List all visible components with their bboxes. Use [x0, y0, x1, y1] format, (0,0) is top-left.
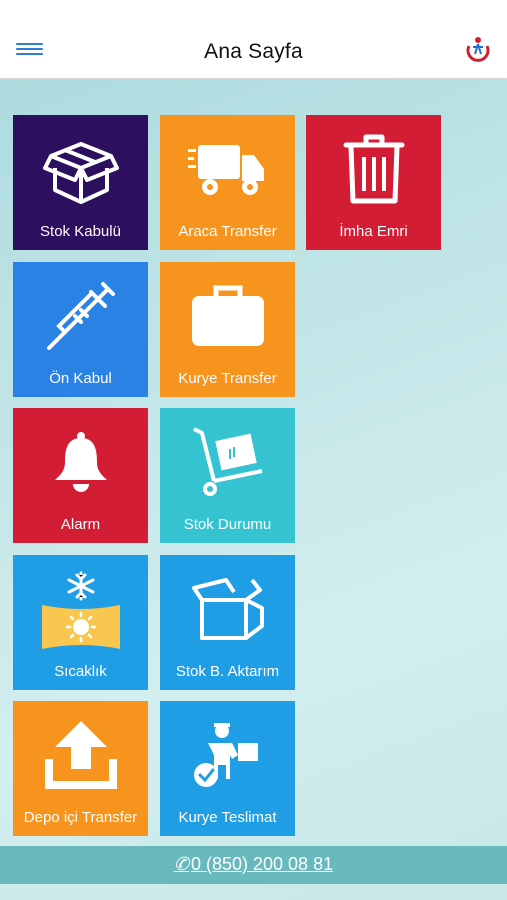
tile-stok-kabulu[interactable]: Stok Kabulü: [13, 115, 148, 250]
tile-on-kabul[interactable]: Ön Kabul: [13, 262, 148, 397]
temperature-icon: [13, 569, 148, 649]
tile-label: Stok Durumu: [183, 516, 272, 533]
ministry-logo-icon: [466, 37, 490, 62]
bell-icon: [13, 426, 148, 498]
courier-icon: [160, 719, 295, 791]
tile-araca-transfer[interactable]: Araca Transfer: [160, 115, 295, 250]
open-box-icon: [160, 573, 295, 645]
phone-number: 0 (850) 200 08 81: [190, 854, 334, 874]
hand-truck-icon: [160, 426, 295, 498]
page-title: Ana Sayfa: [204, 40, 303, 63]
phone-icon: ✆: [173, 854, 189, 874]
box-icon: [13, 133, 148, 205]
tile-label: Depo içi Transfer: [23, 809, 138, 826]
tile-label: Araca Transfer: [178, 223, 277, 240]
tile-label: Stok B. Aktarım: [175, 663, 280, 680]
app-header: Ana Sayfa: [0, 0, 507, 79]
tile-label: İmha Emri: [339, 223, 408, 240]
tile-label: Sıcaklık: [54, 663, 107, 680]
phone-link[interactable]: ✆ 0 (850) 200 08 81: [0, 854, 507, 875]
tile-label: Kurye Teslimat: [178, 809, 277, 826]
tile-label: Alarm: [60, 516, 101, 533]
upload-icon: [13, 719, 148, 791]
tile-label: Kurye Transfer: [178, 370, 277, 387]
trash-icon: [306, 133, 441, 205]
tile-kurye-teslimat[interactable]: Kurye Teslimat: [160, 701, 295, 836]
tile-alarm[interactable]: Alarm: [13, 408, 148, 543]
tile-stok-durumu[interactable]: Stok Durumu: [160, 408, 295, 543]
syringe-icon: [13, 280, 148, 352]
tile-stok-b-aktarim[interactable]: Stok B. Aktarım: [160, 555, 295, 690]
tile-label: Stok Kabulü: [40, 223, 121, 240]
footer-bar: ✆ 0 (850) 200 08 81: [0, 846, 507, 884]
tile-depo-ici-transfer[interactable]: Depo içi Transfer: [13, 701, 148, 836]
tile-imha-emri[interactable]: İmha Emri: [306, 115, 441, 250]
briefcase-icon: [160, 280, 295, 352]
tile-sicaklik[interactable]: Sıcaklık: [13, 555, 148, 690]
tile-label: Ön Kabul: [49, 370, 112, 387]
tile-kurye-transfer[interactable]: Kurye Transfer: [160, 262, 295, 397]
truck-icon: [160, 133, 295, 205]
